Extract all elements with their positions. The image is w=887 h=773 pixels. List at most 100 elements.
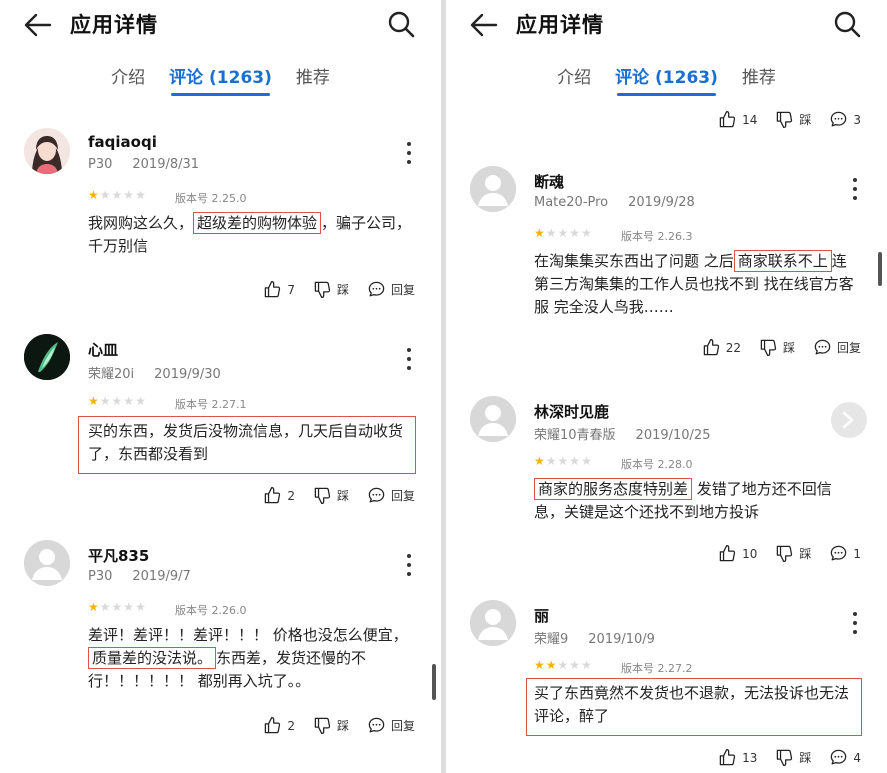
thumbs-down-icon [759,338,778,357]
review-date: 2019/8/31 [132,157,200,172]
dislike-button[interactable]: 踩 [775,544,811,563]
like-button[interactable]: 2 [263,486,295,505]
review-text: 买了东西竟然不发货也不退款，无法投诉也无法评论，醉了 [534,684,850,725]
scrollbar[interactable] [878,252,882,286]
tab-intro[interactable]: 介绍 [105,66,151,98]
like-button[interactable]: 14 [718,110,757,129]
right-screen: 应用详情 介绍 评论 (1263) 推荐 14 踩 3 断魂 Mate20-Pr… [446,0,887,773]
tab-recommend[interactable]: 推荐 [736,66,782,98]
star-empty-icon: ★ [569,226,582,240]
star-empty-icon: ★ [581,658,593,672]
thumbs-down-icon [313,486,332,505]
star-empty-icon: ★ [545,226,558,240]
tab-reviews[interactable]: 评论 (1263) [609,66,724,98]
star-filled-icon: ★ [545,658,558,672]
version-label: 版本号 2.26.3 [621,230,693,243]
device: Mate20-Pro [534,195,609,210]
more-options-icon[interactable] [849,178,861,200]
more-options-icon[interactable] [403,348,415,370]
page-title: 应用详情 [516,13,604,37]
thumbs-down-icon [775,748,794,767]
dislike-button[interactable]: 踩 [313,280,349,299]
thumbs-down-icon [775,110,794,129]
star-filled-icon: ★ [534,658,546,672]
review-meta: Mate20-Pro 2019/9/28 [534,195,715,210]
reply-button[interactable]: 回复 [367,486,415,505]
back-arrow-icon[interactable] [470,12,498,38]
review-text: 我网购这么久， 超级差的购物体验 ，骗子公司，千万别信 [88,212,412,255]
star-empty-icon: ★ [123,188,136,202]
review-date: 2019/10/9 [588,632,655,647]
avatar[interactable] [470,600,516,646]
star-empty-icon: ★ [99,394,112,408]
review-actions: 7 踩 回复 [263,280,415,299]
star-empty-icon: ★ [111,394,124,408]
star-rating: ★★★★★ [88,600,147,614]
avatar[interactable] [470,166,516,212]
avatar[interactable] [24,540,70,586]
tab-intro[interactable]: 介绍 [551,66,597,98]
star-filled-icon: ★ [88,188,100,202]
more-options-icon[interactable] [849,612,861,634]
reply-button[interactable]: 回复 [367,716,415,735]
thumbs-down-icon [775,544,794,563]
highlight: 超级差的购物体验 [193,212,322,234]
highlight: 商家联系不上 [733,250,832,272]
like-button[interactable]: 22 [702,338,741,357]
review-date: 2019/9/30 [154,367,221,382]
star-filled-icon: ★ [88,394,100,408]
version-label: 版本号 2.27.1 [175,398,247,411]
reply-button[interactable]: 回复 [813,338,861,357]
star-empty-icon: ★ [123,394,136,408]
review-text: 在淘集集买东西出了问题 之后 商家联系不上 连第三方淘集集的工作人员也找不到 找在线… [534,250,854,316]
default-avatar-icon [24,540,70,586]
next-icon[interactable] [831,402,867,438]
like-button[interactable]: 13 [718,748,757,767]
version-label: 版本号 2.26.0 [175,604,247,617]
comment-icon [829,748,848,767]
tab-reviews[interactable]: 评论 (1263) [163,66,278,98]
thumbs-up-icon [718,748,737,767]
dislike-button[interactable]: 踩 [313,486,349,505]
more-options-icon[interactable] [403,142,415,164]
dislike-button[interactable]: 踩 [775,748,811,767]
avatar[interactable] [24,128,70,174]
review-actions: 2 踩 回复 [263,716,415,735]
comment-button[interactable]: 3 [829,110,861,129]
star-empty-icon: ★ [557,658,570,672]
scrollbar[interactable] [432,664,436,700]
star-empty-icon: ★ [99,188,112,202]
star-rating: ★★★★★ [534,658,593,672]
star-empty-icon: ★ [545,454,558,468]
avatar[interactable] [470,396,516,442]
star-empty-icon: ★ [581,454,593,468]
app-bar: 应用详情 [446,0,887,50]
username: 丽 [534,607,550,625]
reply-button[interactable]: 回复 [367,280,415,299]
comment-icon [367,716,386,735]
username: 断魂 [534,173,565,191]
comment-icon [367,486,386,505]
thumbs-up-icon [263,280,282,299]
tab-recommend[interactable]: 推荐 [290,66,336,98]
like-button[interactable]: 7 [263,280,295,299]
thumbs-down-icon [313,280,332,299]
avatar[interactable] [24,334,70,380]
like-button[interactable]: 10 [718,544,757,563]
comment-button[interactable]: 4 [829,748,861,767]
review-date: 2019/10/25 [635,428,711,443]
back-arrow-icon[interactable] [24,12,52,38]
search-icon[interactable] [387,10,415,38]
like-button[interactable]: 2 [263,716,295,735]
review-text: 差评！差评！！差评！！！ 价格也没怎么便宜，质量差的没法说。 东西差，发货还慢的不… [88,626,408,690]
dislike-button[interactable]: 踩 [313,716,349,735]
dislike-button[interactable]: 踩 [759,338,795,357]
search-icon[interactable] [833,10,861,38]
dislike-button[interactable]: 踩 [775,110,811,129]
thumbs-up-icon [263,486,282,505]
star-empty-icon: ★ [557,454,570,468]
comment-icon [367,280,386,299]
more-options-icon[interactable] [403,554,415,576]
device: 荣耀9 [534,632,569,647]
comment-button[interactable]: 1 [829,544,861,563]
